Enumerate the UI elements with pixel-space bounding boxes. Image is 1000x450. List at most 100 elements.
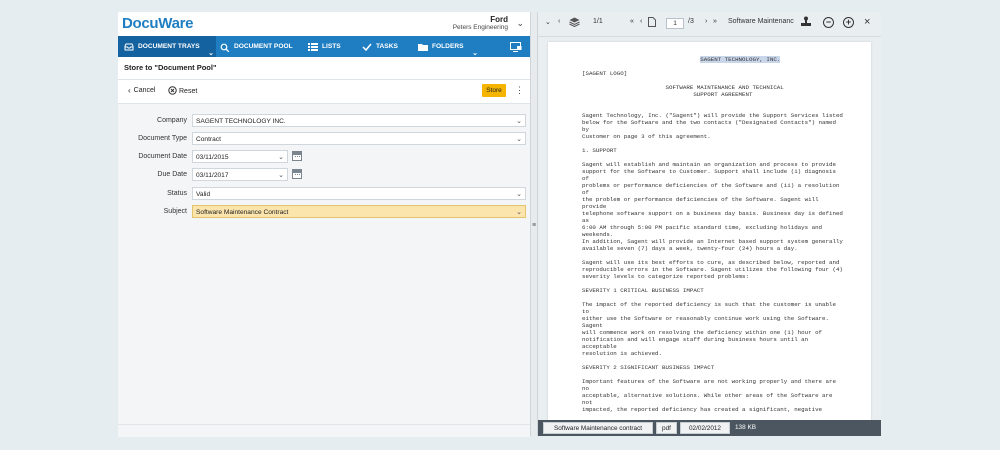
duedate-label: Due Date [157, 171, 187, 178]
last-page-icon[interactable]: » [713, 18, 717, 25]
chevron-down-icon[interactable]: ⌄ [545, 18, 551, 26]
document-body: [SAGENT LOGO] SOFTWARE MAINTENANCE AND T… [582, 70, 843, 413]
user-info[interactable]: Ford Peters Engineering [453, 15, 508, 31]
zoom-out-icon[interactable]: − [823, 17, 834, 28]
stamp-icon[interactable] [800, 16, 813, 30]
status-label: Status [167, 190, 187, 197]
chevron-down-icon[interactable]: ⌄ [278, 151, 284, 164]
duedate-row: Due Date 03/11/2017 ⌄ [118, 168, 530, 182]
chevron-down-icon[interactable]: ⌄ [516, 206, 522, 219]
docdate-field[interactable]: 03/11/2015 ⌄ [192, 150, 288, 163]
doc-title: Software Maintenanc [728, 18, 794, 25]
splitter-handle[interactable]: ≡ [530, 12, 538, 436]
doc-name-chip: Software Maintenance contract [543, 422, 653, 434]
tab-tasks[interactable]: TASKS [362, 36, 412, 57]
tab-label: TASKS [376, 43, 398, 50]
docdate-value: 03/11/2015 [196, 154, 229, 161]
chevron-down-icon[interactable]: ⌄ [516, 133, 522, 146]
viewer-pane: ⌄ ‹ 1/1 « ‹ 1 /3 › » Software Maintenanc… [538, 12, 881, 436]
chevron-left-icon[interactable]: ‹ [558, 18, 560, 25]
tab-label: DOCUMENT POOL [234, 43, 293, 50]
reset-icon [168, 86, 177, 97]
page-total: /3 [688, 18, 694, 25]
more-icon[interactable]: ⋮ [515, 85, 524, 95]
subject-value: Software Maintenance Contract [196, 209, 289, 216]
tab-document-pool[interactable]: DOCUMENT POOL [220, 36, 306, 57]
chevron-down-icon: ⌄ [208, 50, 214, 57]
doc-ext-chip: pdf [656, 422, 677, 434]
tab-label: LISTS [322, 43, 341, 50]
user-name: Ford [490, 15, 508, 24]
app-header: DocuWare Ford Peters Engineering ⌄ [118, 12, 530, 36]
layers-icon[interactable] [569, 17, 580, 29]
store-title: Store to "Document Pool" [124, 63, 217, 72]
store-button[interactable]: Store [482, 84, 506, 97]
status-row: Status Valid ⌄ [118, 187, 530, 201]
docdate-row: Document Date 03/11/2015 ⌄ [118, 150, 530, 164]
company-row: Company SAGENT TECHNOLOGY INC. ⌄ [118, 114, 530, 128]
company-field[interactable]: SAGENT TECHNOLOGY INC. ⌄ [192, 114, 526, 127]
doctype-row: Document Type Contract ⌄ [118, 132, 530, 146]
subject-row: Subject Software Maintenance Contract ⌄ [118, 205, 530, 219]
store-pane: DocuWare Ford Peters Engineering ⌄ DOCUM… [118, 12, 530, 437]
highlighted-heading: SAGENT TECHNOLOGY, INC. [700, 56, 781, 63]
docdate-label: Document Date [138, 153, 187, 160]
chevron-down-icon[interactable]: ⌄ [278, 169, 284, 182]
page-of: 1/1 [593, 18, 603, 25]
index-form: Company SAGENT TECHNOLOGY INC. ⌄ Documen… [118, 104, 530, 424]
doctype-field[interactable]: Contract ⌄ [192, 132, 526, 145]
docuware-app: DocuWare Ford Peters Engineering ⌄ DOCUM… [118, 12, 881, 437]
docuware-logo: DocuWare [122, 15, 194, 32]
close-icon[interactable]: × [864, 16, 870, 28]
store-toolbar: ‹ Cancel Reset Store ⋮ [118, 79, 530, 104]
monitor-icon[interactable] [510, 36, 526, 57]
tray-icon [124, 43, 134, 51]
chevron-down-icon[interactable]: ⌄ [516, 188, 522, 201]
page-input[interactable]: 1 [666, 18, 684, 29]
document-page: SAGENT TECHNOLOGY, INC. [SAGENT LOGO] SO… [548, 42, 871, 420]
doc-size: 138 KB [735, 424, 756, 431]
calendar-icon[interactable] [292, 169, 302, 179]
tab-label: FOLDERS [432, 43, 464, 50]
zoom-in-icon[interactable]: + [843, 17, 854, 28]
store-title-bar: Store to "Document Pool" [118, 57, 530, 80]
reset-label: Reset [179, 88, 198, 95]
chevron-down-icon: ⌄ [472, 50, 478, 57]
check-icon [362, 43, 372, 51]
prev-page-icon[interactable]: ‹ [640, 18, 642, 25]
tab-document-trays[interactable]: DOCUMENT TRAYS ⌄ [118, 36, 216, 57]
status-value: Valid [196, 191, 211, 198]
search-icon [220, 43, 230, 52]
calendar-icon[interactable] [292, 151, 302, 161]
reset-button[interactable]: Reset [168, 86, 197, 97]
tab-label: DOCUMENT TRAYS [138, 43, 200, 50]
company-label: Company [157, 117, 187, 124]
page-icon[interactable] [648, 17, 656, 29]
doc-date-chip: 02/02/2012 [680, 422, 730, 434]
chevron-down-icon[interactable]: ⌄ [516, 18, 524, 29]
list-icon [308, 42, 318, 51]
tab-lists[interactable]: LISTS [308, 36, 358, 57]
viewer-toolbar: ⌄ ‹ 1/1 « ‹ 1 /3 › » Software Maintenanc… [538, 12, 881, 37]
main-nav: DOCUMENT TRAYS ⌄ DOCUMENT POOL LISTS TAS… [118, 36, 530, 57]
user-org: Peters Engineering [452, 24, 508, 31]
company-value: SAGENT TECHNOLOGY INC. [196, 118, 286, 125]
next-page-icon[interactable]: › [705, 18, 707, 25]
tab-folders[interactable]: FOLDERS ⌄ [418, 36, 480, 57]
doctype-label: Document Type [138, 135, 187, 142]
first-page-icon[interactable]: « [630, 18, 634, 25]
left-footer [118, 424, 530, 437]
status-field[interactable]: Valid ⌄ [192, 187, 526, 200]
chevron-left-icon: ‹ [128, 86, 131, 95]
duedate-field[interactable]: 03/11/2017 ⌄ [192, 168, 288, 181]
cancel-button[interactable]: ‹ Cancel [128, 86, 155, 95]
grip-icon: ≡ [532, 222, 537, 229]
chevron-down-icon[interactable]: ⌄ [516, 115, 522, 128]
subject-field[interactable]: Software Maintenance Contract ⌄ [192, 205, 526, 218]
folder-icon [418, 43, 428, 51]
doctype-value: Contract [196, 136, 221, 143]
duedate-value: 03/11/2017 [196, 172, 229, 179]
subject-label: Subject [163, 208, 187, 215]
document-text: SAGENT TECHNOLOGY, INC. [SAGENT LOGO] SO… [548, 42, 871, 413]
status-bar: Software Maintenance contract pdf 02/02/… [538, 420, 881, 436]
